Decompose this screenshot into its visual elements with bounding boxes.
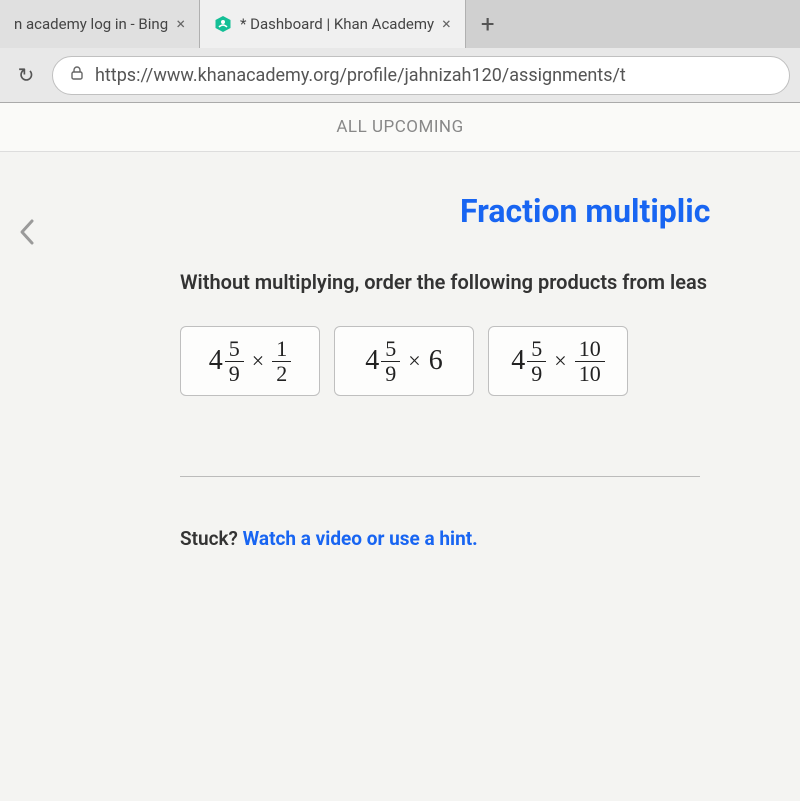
khan-favicon-icon: [214, 15, 232, 33]
multiply-icon: ×: [408, 348, 420, 374]
product-tile[interactable]: 4 5 9 × 1 2: [180, 326, 320, 396]
tab-title: n academy log in - Bing: [14, 15, 168, 33]
multiply-icon: ×: [554, 348, 566, 374]
tiles-row: 4 5 9 × 1 2 4 5 9: [180, 326, 780, 396]
tab-bing[interactable]: n academy log in - Bing ×: [0, 0, 200, 48]
reload-icon: ↻: [18, 63, 35, 87]
product-tile[interactable]: 4 5 9 × 10 10: [488, 326, 628, 396]
page-area: ALL UPCOMING Fraction multiplic Without …: [0, 103, 800, 801]
address-bar-row: ↻ https://www.khanacademy.org/profile/ja…: [0, 48, 800, 102]
question-text: Without multiplying, order the following…: [180, 270, 780, 294]
exercise-content: Fraction multiplic Without multiplying, …: [0, 152, 800, 570]
mixed-number: 4 5 9: [209, 337, 244, 384]
url-text: https://www.khanacademy.org/profile/jahn…: [95, 65, 626, 86]
hint-link[interactable]: Watch a video or use a hint.: [243, 527, 478, 550]
drop-slot-line[interactable]: [180, 476, 700, 477]
stuck-row: Stuck? Watch a video or use a hint.: [180, 527, 780, 550]
new-tab-button[interactable]: +: [466, 0, 510, 48]
chevron-left-icon: [18, 220, 36, 253]
exercise-title: Fraction multiplic: [180, 192, 780, 230]
assignments-nav[interactable]: ALL UPCOMING: [0, 103, 800, 152]
browser-chrome: n academy log in - Bing × * Dashboard | …: [0, 0, 800, 103]
lock-icon: [69, 65, 85, 86]
tab-title: * Dashboard | Khan Academy: [240, 15, 434, 33]
mixed-number: 4 5 9: [365, 337, 400, 384]
multiply-icon: ×: [252, 348, 264, 374]
multiplier-fraction: 1 2: [272, 337, 291, 384]
mixed-number: 4 5 9: [511, 337, 546, 384]
close-icon[interactable]: ×: [442, 16, 451, 32]
stuck-label: Stuck?: [180, 527, 243, 550]
back-button[interactable]: [18, 218, 36, 253]
nav-label: ALL UPCOMING: [336, 117, 463, 137]
address-bar[interactable]: https://www.khanacademy.org/profile/jahn…: [52, 56, 790, 95]
plus-icon: +: [481, 10, 495, 38]
tab-bar: n academy log in - Bing × * Dashboard | …: [0, 0, 800, 48]
multiplier-whole: 6: [429, 345, 443, 377]
close-icon[interactable]: ×: [176, 16, 185, 32]
tab-khan-academy[interactable]: * Dashboard | Khan Academy ×: [200, 0, 466, 48]
product-tile[interactable]: 4 5 9 × 6: [334, 326, 474, 396]
reload-button[interactable]: ↻: [10, 59, 42, 91]
multiplier-fraction: 10 10: [575, 337, 605, 384]
